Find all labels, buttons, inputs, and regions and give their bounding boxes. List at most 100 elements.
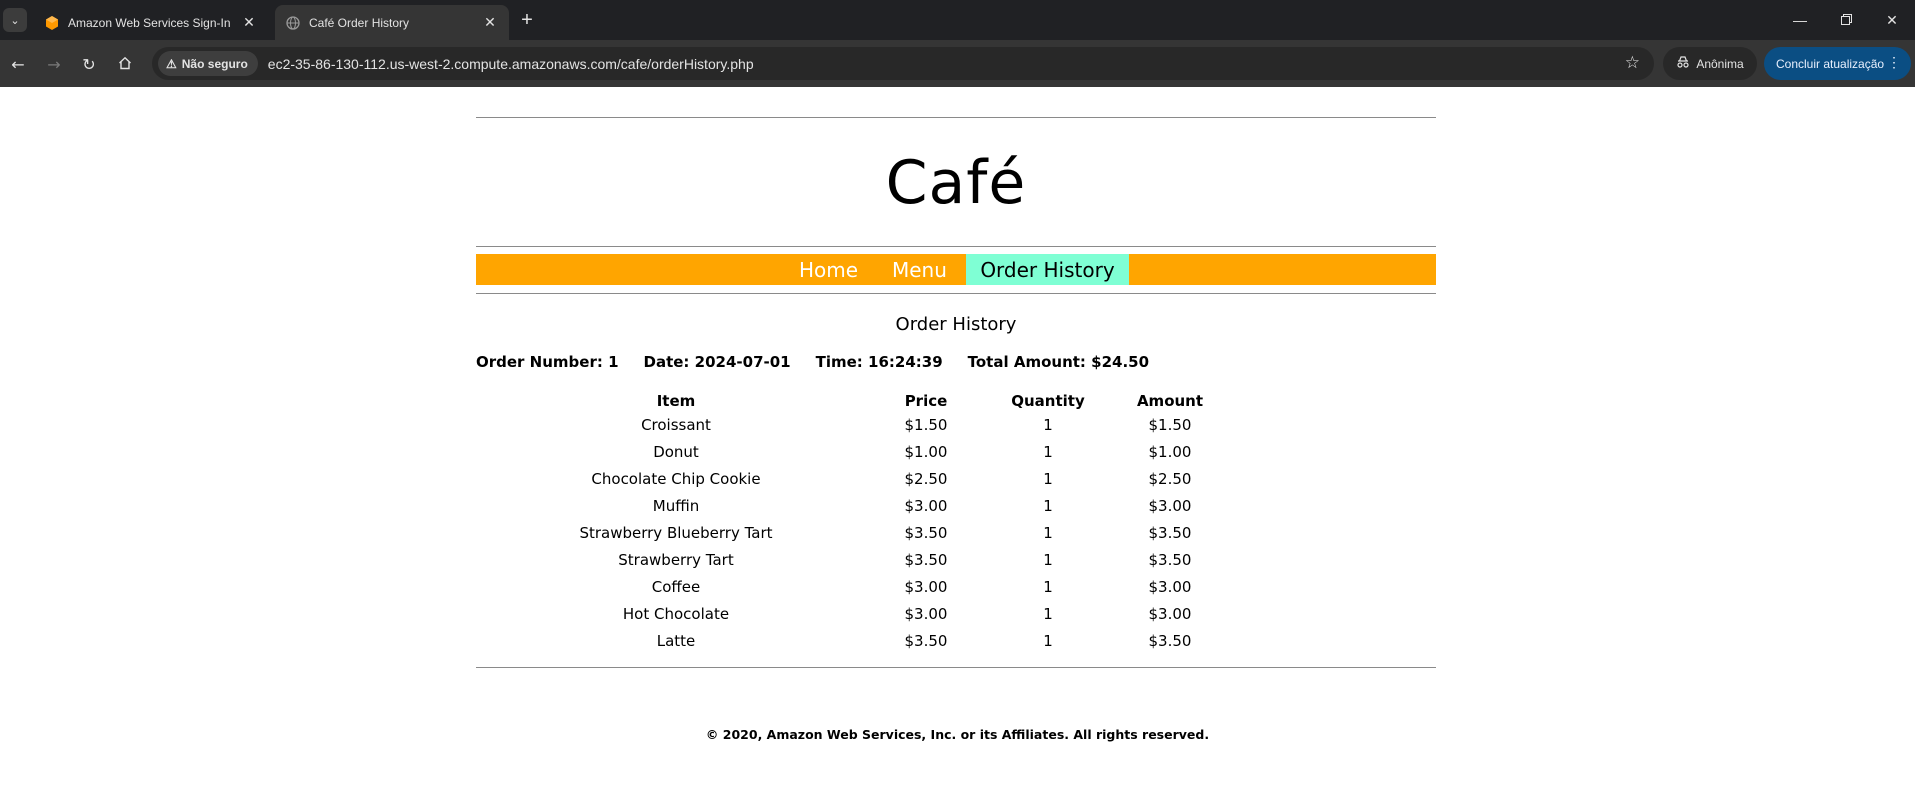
item-quantity: 1: [1043, 577, 1053, 596]
item-price: $2.50: [904, 469, 948, 488]
tab-cafe-order-history[interactable]: Café Order History ✕: [275, 5, 509, 40]
table-row: Donut $1.00 1 $1.00: [476, 438, 1220, 465]
tab-search-button[interactable]: ⌄: [3, 8, 27, 32]
tab-strip: ⌄ Amazon Web Services Sign-In ✕ Café Ord…: [0, 0, 1915, 40]
incognito-label: Anônima: [1696, 56, 1744, 71]
tab-aws-sign-in[interactable]: Amazon Web Services Sign-In ✕: [34, 5, 268, 40]
incognito-icon: [1676, 56, 1690, 71]
chevron-down-icon: ⌄: [10, 13, 20, 27]
aws-cube-icon: [44, 15, 60, 31]
close-window-button[interactable]: ✕: [1869, 6, 1915, 34]
item-quantity: 1: [1043, 442, 1053, 461]
site-navbar: Home Menu Order History: [476, 254, 1436, 285]
column-header-item: Item: [656, 392, 696, 410]
item-amount: $1.00: [1148, 442, 1192, 461]
table-row: Strawberry Blueberry Tart $3.50 1 $3.50: [476, 519, 1220, 546]
restore-button[interactable]: [1823, 6, 1869, 34]
close-icon[interactable]: ✕: [240, 14, 258, 32]
restore-icon: [1840, 12, 1852, 28]
item-name: Strawberry Blueberry Tart: [579, 523, 773, 542]
item-amount: $3.00: [1148, 577, 1192, 596]
column-header-price: Price: [904, 392, 948, 410]
more-options-icon[interactable]: ⋮: [1887, 54, 1901, 71]
item-name: Hot Chocolate: [622, 604, 730, 623]
forward-button[interactable]: →: [40, 50, 68, 78]
item-amount: $3.00: [1148, 496, 1192, 515]
table-row: Strawberry Tart $3.50 1 $3.50: [476, 546, 1220, 573]
close-icon[interactable]: ✕: [481, 14, 499, 32]
item-amount: $3.50: [1148, 550, 1192, 569]
table-row: Muffin $3.00 1 $3.00: [476, 492, 1220, 519]
divider: [476, 246, 1436, 247]
bookmark-star-icon[interactable]: ☆: [1625, 53, 1640, 73]
item-name: Croissant: [641, 415, 711, 434]
item-amount: $3.00: [1148, 604, 1192, 623]
url-text[interactable]: ec2-35-86-130-112.us-west-2.compute.amaz…: [268, 56, 754, 72]
home-icon: [118, 55, 132, 74]
table-row: Coffee $3.00 1 $3.00: [476, 573, 1220, 600]
incognito-button[interactable]: Anônima: [1663, 47, 1757, 80]
plus-icon: +: [521, 8, 533, 31]
new-tab-button[interactable]: +: [515, 8, 539, 32]
item-quantity: 1: [1043, 631, 1053, 650]
tab-title: Amazon Web Services Sign-In: [68, 15, 231, 30]
reload-button[interactable]: ↻: [75, 50, 103, 78]
page-viewport: Café Home Menu Order History Order Histo…: [0, 87, 1915, 798]
home-button[interactable]: [111, 50, 139, 78]
item-quantity: 1: [1043, 550, 1053, 569]
item-quantity: 1: [1043, 604, 1053, 623]
item-price: $1.00: [904, 442, 948, 461]
arrow-right-icon: →: [47, 54, 61, 74]
item-quantity: 1: [1043, 523, 1053, 542]
item-amount: $1.50: [1148, 415, 1192, 434]
order-total: Total Amount: $24.50: [967, 353, 1150, 371]
table-row: Croissant $1.50 1 $1.50: [476, 411, 1220, 438]
nav-link-menu[interactable]: Menu: [892, 254, 947, 285]
table-row: Chocolate Chip Cookie $2.50 1 $2.50: [476, 465, 1220, 492]
item-amount: $3.50: [1148, 631, 1192, 650]
page-title: Order History: [895, 314, 1017, 335]
site-brand: Café: [885, 148, 1027, 218]
item-quantity: 1: [1043, 496, 1053, 515]
item-price: $1.50: [904, 415, 948, 434]
copyright-footer: © 2020, Amazon Web Services, Inc. or its…: [705, 727, 1210, 742]
security-indicator[interactable]: ⚠ Não seguro: [158, 51, 258, 76]
item-price: $3.00: [904, 604, 948, 623]
order-time: Time: 16:24:39: [815, 353, 943, 371]
back-button[interactable]: ←: [4, 50, 32, 78]
address-bar[interactable]: ⚠ Não seguro ec2-35-86-130-112.us-west-2…: [152, 47, 1654, 80]
security-label: Não seguro: [181, 56, 248, 71]
item-quantity: 1: [1043, 415, 1053, 434]
order-date: Date: 2024-07-01: [643, 353, 791, 371]
browser-toolbar: ← → ↻ ⚠ Não seguro ec2-35-86-130-112.us-…: [0, 40, 1915, 87]
arrow-left-icon: ←: [11, 54, 25, 74]
globe-icon: [285, 15, 301, 31]
item-name: Donut: [653, 442, 699, 461]
item-price: $3.00: [904, 496, 948, 515]
item-name: Coffee: [651, 577, 701, 596]
table-row: Hot Chocolate $3.00 1 $3.00: [476, 600, 1220, 627]
item-name: Strawberry Tart: [618, 550, 734, 569]
item-price: $3.50: [904, 550, 948, 569]
column-header-quantity: Quantity: [1011, 392, 1085, 410]
item-name: Latte: [656, 631, 696, 650]
item-price: $3.00: [904, 577, 948, 596]
table-header-row: Item Price Quantity Amount: [476, 391, 1220, 411]
minimize-button[interactable]: —: [1777, 6, 1823, 34]
nav-link-order-history[interactable]: Order History: [966, 254, 1129, 285]
nav-link-home[interactable]: Home: [799, 254, 858, 285]
order-number: Order Number: 1: [476, 353, 619, 371]
minimize-icon: —: [1793, 12, 1807, 28]
table-row: Latte $3.50 1 $3.50: [476, 627, 1220, 654]
item-name: Chocolate Chip Cookie: [591, 469, 761, 488]
update-label: Concluir atualização: [1776, 56, 1885, 71]
reload-icon: ↻: [82, 54, 96, 74]
item-amount: $3.50: [1148, 523, 1192, 542]
tab-title: Café Order History: [309, 15, 410, 30]
item-price: $3.50: [904, 631, 948, 650]
update-button[interactable]: Concluir atualização ⋮: [1764, 47, 1911, 80]
item-amount: $2.50: [1148, 469, 1192, 488]
column-header-amount: Amount: [1136, 392, 1204, 410]
item-name: Muffin: [652, 496, 700, 515]
divider: [476, 667, 1436, 668]
